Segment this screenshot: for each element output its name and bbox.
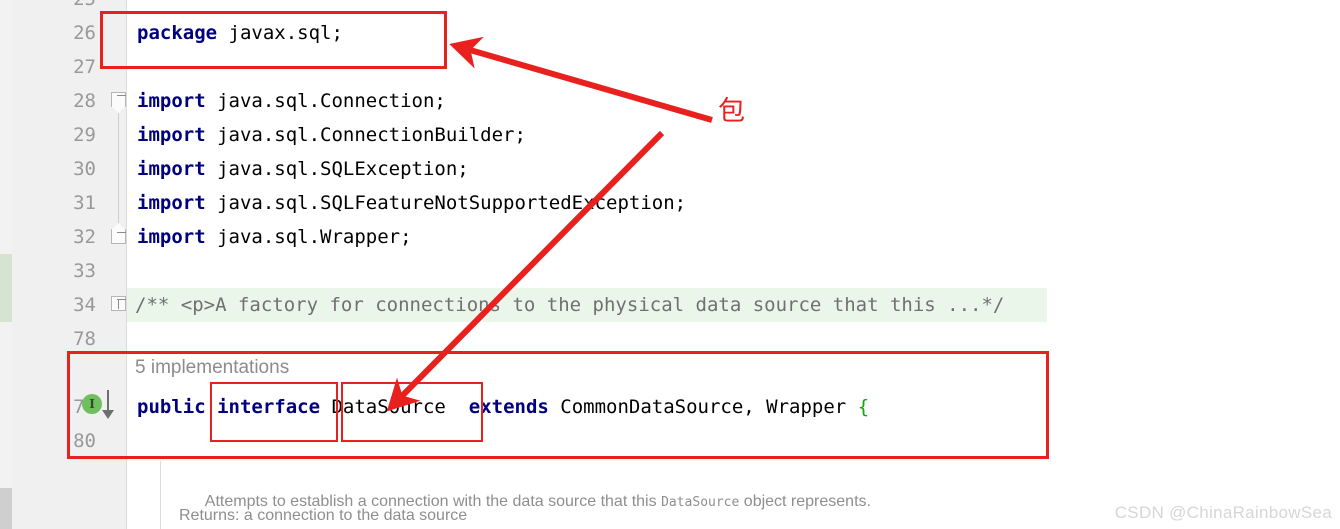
code-line[interactable]: 26 package javax.sql;	[0, 16, 1340, 50]
code-token: extends	[457, 396, 561, 418]
code-line[interactable]: 27	[0, 50, 1340, 84]
line-number: 28	[73, 90, 96, 112]
line-number: 34	[73, 294, 96, 316]
code-text[interactable]: package javax.sql;	[137, 16, 343, 50]
code-token: package	[137, 22, 229, 44]
code-line[interactable]: 28 import java.sql.Connection;	[0, 84, 1340, 118]
code-line[interactable]: 79public interface DataSource extends Co…	[0, 390, 1340, 424]
code-token: DataSource	[331, 396, 458, 418]
code-text[interactable]: import java.sql.SQLException;	[137, 152, 469, 186]
code-token: java.sql.Wrapper;	[217, 226, 412, 248]
code-token: java.sql.SQLException;	[217, 158, 469, 180]
code-token: java.sql.ConnectionBuilder;	[217, 124, 526, 146]
code-text[interactable]: import java.sql.Connection;	[137, 84, 446, 118]
fold-region-line	[118, 113, 119, 229]
down-arrow-head-icon	[102, 410, 114, 419]
code-line[interactable]: 29 import java.sql.ConnectionBuilder;	[0, 118, 1340, 152]
code-token: import	[137, 158, 218, 180]
code-line[interactable]: 33	[0, 254, 1340, 288]
code-token: javax.sql;	[228, 22, 343, 44]
code-token: import	[137, 124, 218, 146]
csdn-watermark: CSDN @ChinaRainbowSea	[1114, 503, 1332, 522]
line-number: 29	[73, 124, 96, 146]
code-token: java.sql.SQLFeatureNotSupportedException…	[217, 192, 687, 214]
code-text[interactable]: import java.sql.ConnectionBuilder;	[137, 118, 526, 152]
line-number: 80	[73, 430, 96, 452]
line-number: 31	[73, 192, 96, 214]
code-token: public	[137, 396, 218, 418]
fold-marker-region-end[interactable]	[111, 229, 126, 244]
code-text[interactable]: public interface DataSource extends Comm…	[137, 390, 869, 424]
line-number: 30	[73, 158, 96, 180]
fold-marker-collapse-imports[interactable]	[111, 92, 126, 107]
code-line[interactable]: 78	[0, 322, 1340, 356]
doc-summary-after: object represents.	[739, 493, 871, 510]
editor-screenshot: 25 26 package javax.sql; 27 28 import java.sq…	[0, 0, 1340, 529]
inlay-hint-implementations[interactable]: 5 implementations	[135, 353, 289, 383]
code-text[interactable]: import java.sql.SQLFeatureNotSupportedEx…	[137, 186, 686, 220]
code-line[interactable]: 32 import java.sql.Wrapper;	[0, 220, 1340, 254]
code-line[interactable]: 25	[0, 0, 1340, 16]
line-number: 33	[73, 260, 96, 282]
doc-returns-line: Returns: a connection to the data source	[179, 507, 468, 524]
code-token: CommonDataSource, Wrapper	[560, 396, 858, 418]
code-line[interactable]: 31 import java.sql.SQLFeatureNotSupported…	[0, 186, 1340, 220]
folded-javadoc-text[interactable]: /** <p>A factory for connections to the …	[133, 288, 1007, 322]
down-arrow-icon	[107, 390, 109, 412]
fold-marker-expand-javadoc[interactable]	[111, 296, 126, 311]
implemented-by-gutter-icon[interactable]: I	[82, 390, 124, 420]
code-token: import	[137, 90, 218, 112]
line-number: 32	[73, 226, 96, 248]
scrollbar-thumb[interactable]	[0, 488, 12, 529]
doc-inline-code: DataSource	[661, 495, 740, 510]
code-token: {	[857, 396, 870, 418]
code-text[interactable]: import java.sql.Wrapper;	[137, 220, 412, 254]
line-number: 78	[73, 328, 96, 350]
line-number: 26	[73, 22, 96, 44]
code-line[interactable]: 80	[0, 424, 1340, 458]
interface-badge-icon: I	[82, 394, 102, 414]
line-number: 25	[0, 0, 96, 16]
code-token: import	[137, 192, 218, 214]
code-line[interactable]: 30 import java.sql.SQLException;	[0, 152, 1340, 186]
code-token: java.sql.Connection;	[217, 90, 446, 112]
code-token: import	[137, 226, 218, 248]
annotation-label-package: 包	[718, 96, 745, 127]
code-token: interface	[217, 396, 332, 418]
line-number: 27	[73, 56, 96, 78]
